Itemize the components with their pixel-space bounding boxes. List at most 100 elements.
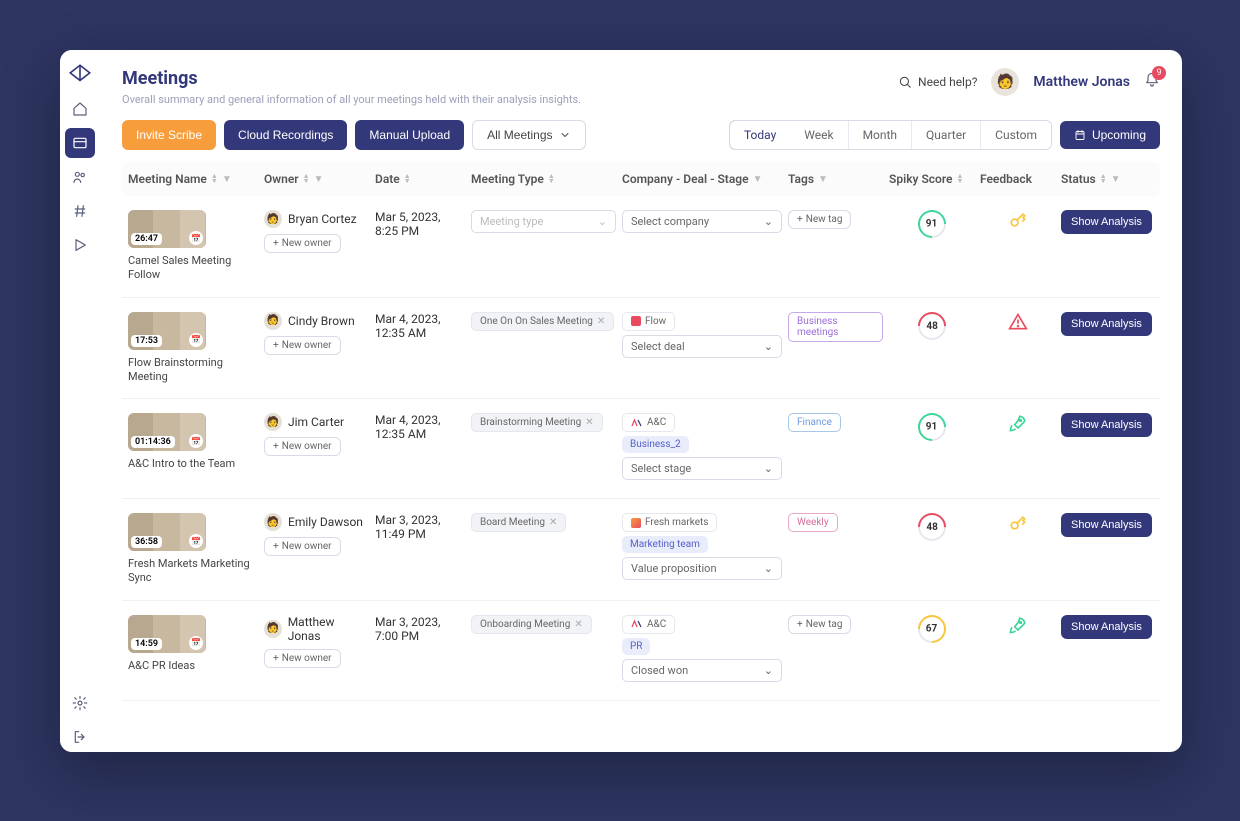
feedback-icon-cell[interactable]: [980, 513, 1055, 533]
duration-badge: 36:58: [131, 536, 162, 548]
sidebar-item-hash[interactable]: [65, 196, 95, 226]
segment-custom[interactable]: Custom: [981, 121, 1051, 149]
deal-chip[interactable]: PR: [622, 638, 650, 655]
tag-chip[interactable]: Weekly: [788, 513, 838, 532]
owner-name: 🧑Matthew Jonas: [264, 615, 369, 643]
meeting-thumbnail[interactable]: 01:14:36 📅: [128, 413, 206, 451]
sort-icon[interactable]: ▲▼: [1100, 174, 1107, 184]
remove-icon[interactable]: ✕: [549, 517, 557, 528]
add-tag-button[interactable]: + New tag: [788, 615, 851, 634]
meeting-type-select[interactable]: Meeting type ⌄: [471, 210, 616, 233]
company-chip[interactable]: Flow: [622, 312, 675, 331]
row-menu-button[interactable]: ⋮: [1147, 413, 1160, 429]
add-owner-button[interactable]: + New owner: [264, 537, 341, 556]
cloud-recordings-button[interactable]: Cloud Recordings: [224, 120, 347, 150]
sidebar-item-play[interactable]: [65, 230, 95, 260]
meeting-type-pill[interactable]: Brainstorming Meeting ✕: [471, 413, 603, 432]
meetings-filter-dropdown[interactable]: All Meetings: [472, 120, 585, 150]
sidebar-item-home[interactable]: [65, 94, 95, 124]
meeting-type-pill[interactable]: Onboarding Meeting ✕: [471, 615, 592, 634]
owner-avatar: 🧑: [264, 312, 282, 330]
deal-chip[interactable]: Business_2: [622, 436, 689, 453]
stage-select[interactable]: Select stage ⌄: [622, 457, 782, 480]
segment-quarter[interactable]: Quarter: [912, 121, 981, 149]
add-owner-button[interactable]: + New owner: [264, 649, 341, 668]
remove-icon[interactable]: ✕: [597, 316, 605, 327]
user-avatar[interactable]: 🧑: [991, 68, 1019, 96]
row-menu-button[interactable]: ⋮: [1147, 615, 1160, 631]
logo: [65, 60, 95, 90]
meeting-thumbnail[interactable]: 17:53 📅: [128, 312, 206, 350]
filter-icon[interactable]: ▼: [1111, 174, 1121, 185]
meeting-title: A&C Intro to the Team: [128, 457, 258, 471]
company-chip[interactable]: A&C: [622, 413, 675, 432]
show-analysis-button[interactable]: Show Analysis: [1061, 210, 1152, 234]
meeting-thumbnail[interactable]: 14:59 📅: [128, 615, 206, 653]
remove-icon[interactable]: ✕: [574, 619, 582, 630]
company-select[interactable]: Select company ⌄: [622, 210, 782, 233]
row-menu-button[interactable]: ⋮: [1147, 210, 1160, 226]
owner-name: 🧑Jim Carter: [264, 413, 369, 431]
tag-chip[interactable]: Finance: [788, 413, 841, 432]
show-analysis-button[interactable]: Show Analysis: [1061, 413, 1152, 437]
username[interactable]: Matthew Jonas: [1033, 74, 1130, 90]
help-link[interactable]: Need help?: [898, 75, 977, 89]
show-analysis-button[interactable]: Show Analysis: [1061, 312, 1152, 336]
sort-icon[interactable]: ▲▼: [548, 174, 555, 184]
deal-select[interactable]: Select deal ⌄: [622, 335, 782, 358]
stage-select[interactable]: Value proposition ⌄: [622, 557, 782, 580]
sort-icon[interactable]: ▲▼: [404, 174, 411, 184]
company-chip[interactable]: Fresh markets: [622, 513, 717, 532]
sidebar-item-logout[interactable]: [65, 722, 95, 752]
show-analysis-button[interactable]: Show Analysis: [1061, 513, 1152, 537]
calendar-icon: 📅: [189, 636, 203, 650]
feedback-icon-cell[interactable]: [980, 312, 1055, 332]
feedback-icon-cell[interactable]: [980, 413, 1055, 433]
sort-icon[interactable]: ▲▼: [211, 174, 218, 184]
segment-today[interactable]: Today: [729, 120, 791, 150]
add-owner-button[interactable]: + New owner: [264, 437, 341, 456]
row-menu-button[interactable]: ⋮: [1147, 513, 1160, 529]
meeting-title: Fresh Markets Marketing Sync: [128, 557, 258, 586]
filter-icon[interactable]: ▼: [222, 174, 232, 185]
add-tag-button[interactable]: + New tag: [788, 210, 851, 229]
duration-badge: 14:59: [131, 638, 162, 650]
upcoming-button[interactable]: Upcoming: [1060, 121, 1160, 149]
deal-chip[interactable]: Marketing team: [622, 536, 708, 553]
add-owner-button[interactable]: + New owner: [264, 336, 341, 355]
filter-icon[interactable]: ▼: [753, 174, 763, 185]
owner-avatar: 🧑: [264, 210, 282, 228]
filter-icon[interactable]: ▼: [818, 174, 828, 185]
add-owner-button[interactable]: + New owner: [264, 234, 341, 253]
th-meeting-name: Meeting Name▲▼▼: [128, 172, 258, 186]
company-chip[interactable]: A&C: [622, 615, 675, 634]
filter-icon[interactable]: ▼: [314, 174, 324, 185]
tag-chip[interactable]: Business meetings: [788, 312, 883, 342]
meeting-thumbnail[interactable]: 36:58 📅: [128, 513, 206, 551]
segment-month[interactable]: Month: [849, 121, 912, 149]
table-row: 14:59 📅 A&C PR Ideas 🧑Matthew Jonas + Ne…: [122, 601, 1160, 701]
th-meeting-type: Meeting Type▲▼: [471, 172, 616, 186]
sidebar-item-people[interactable]: [65, 162, 95, 192]
sort-icon[interactable]: ▲▼: [303, 174, 310, 184]
segment-week[interactable]: Week: [790, 121, 848, 149]
row-menu-button[interactable]: ⋮: [1147, 312, 1160, 328]
manual-upload-button[interactable]: Manual Upload: [355, 120, 464, 150]
meeting-type-pill[interactable]: One On On Sales Meeting ✕: [471, 312, 614, 331]
invite-scribe-button[interactable]: Invite Scribe: [122, 120, 216, 150]
rocket-icon: [1008, 413, 1028, 433]
notifications-button[interactable]: 9: [1144, 72, 1160, 92]
sidebar-item-meetings[interactable]: [65, 128, 95, 158]
th-date: Date▲▼: [375, 172, 465, 186]
stage-select[interactable]: Closed won ⌄: [622, 659, 782, 682]
meeting-thumbnail[interactable]: 26:47 📅: [128, 210, 206, 248]
feedback-icon-cell[interactable]: [980, 615, 1055, 635]
feedback-icon-cell[interactable]: [980, 210, 1055, 230]
sort-icon[interactable]: ▲▼: [957, 174, 964, 184]
remove-icon[interactable]: ✕: [585, 417, 593, 428]
sidebar-item-settings[interactable]: [65, 688, 95, 718]
th-score: Spiky Score▲▼: [889, 172, 974, 186]
show-analysis-button[interactable]: Show Analysis: [1061, 615, 1152, 639]
meeting-date: Mar 5, 2023,8:25 PM: [375, 210, 465, 238]
meeting-type-pill[interactable]: Board Meeting ✕: [471, 513, 566, 532]
